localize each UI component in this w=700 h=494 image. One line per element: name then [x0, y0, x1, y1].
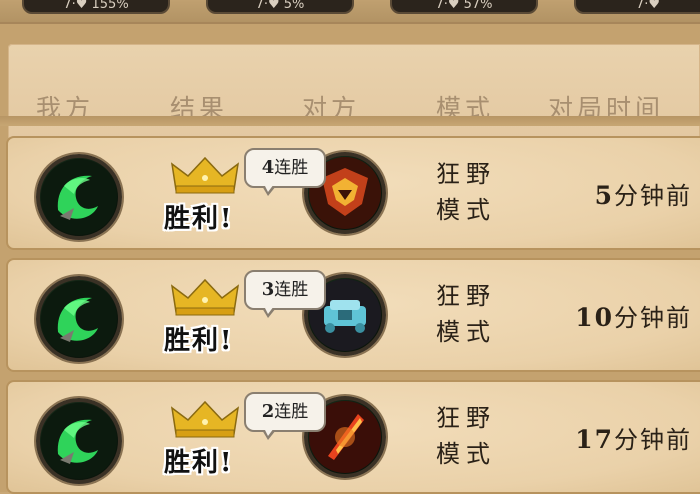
crown-icon — [170, 278, 240, 316]
stat-tab[interactable]: 7·♥ 57% — [390, 0, 538, 14]
time-unit: 分钟前 — [614, 426, 692, 454]
result-label: 胜利! — [164, 204, 234, 234]
match-time: 10分钟前 — [575, 298, 692, 333]
mode-line: 狂野 — [436, 282, 496, 310]
stat-tab[interactable]: 7·♥ — [574, 0, 700, 14]
mode-line: 模式 — [436, 440, 496, 468]
my-hero-portrait — [36, 154, 122, 240]
streak-label: 连胜 — [274, 158, 309, 178]
crown-icon — [170, 400, 240, 438]
mode-line: 模式 — [436, 196, 496, 224]
my-hero-portrait — [36, 398, 122, 484]
streak-count: 2 — [261, 401, 275, 422]
streak-label: 连胜 — [274, 402, 309, 422]
crown-icon — [170, 156, 240, 194]
stat-tab[interactable]: 7·♥ 5% — [206, 0, 354, 14]
game-mode: 狂野 模式 — [436, 156, 516, 228]
green-claw-icon — [41, 281, 117, 357]
win-streak-bubble: 3连胜 — [244, 270, 326, 318]
green-claw-icon — [41, 159, 117, 235]
time-value: 5 — [594, 181, 614, 210]
win-streak-bubble: 2连胜 — [244, 392, 326, 440]
time-unit: 分钟前 — [614, 182, 692, 210]
match-time: 5分钟前 — [595, 176, 692, 211]
game-mode: 狂野 模式 — [436, 400, 516, 472]
match-time: 17分钟前 — [575, 420, 692, 455]
win-streak-bubble: 4连胜 — [244, 148, 326, 196]
stat-tab[interactable]: 7·♥ 155% — [22, 0, 170, 14]
result-label: 胜利! — [164, 448, 234, 478]
match-row[interactable]: 胜利! 4连胜 狂野 模式 5分钟前 — [6, 136, 700, 250]
divider — [0, 116, 700, 126]
match-row[interactable]: 胜利! 2连胜 狂野 模式 17分钟前 — [6, 380, 700, 494]
match-row[interactable]: 胜利! 3连胜 狂野 模式 10分钟前 — [6, 258, 700, 372]
game-mode: 狂野 模式 — [436, 278, 516, 350]
time-unit: 分钟前 — [614, 304, 692, 332]
top-stats-bar: 7·♥ 155% 7·♥ 5% 7·♥ 57% 7·♥ — [0, 0, 700, 22]
streak-count: 4 — [261, 157, 275, 178]
streak-count: 3 — [261, 279, 275, 300]
result-label: 胜利! — [164, 326, 234, 356]
mode-line: 狂野 — [436, 404, 496, 432]
time-value: 10 — [575, 303, 614, 332]
mode-line: 模式 — [436, 318, 496, 346]
my-hero-portrait — [36, 276, 122, 362]
time-value: 17 — [575, 425, 614, 454]
streak-label: 连胜 — [274, 280, 309, 300]
green-claw-icon — [41, 403, 117, 479]
mode-line: 狂野 — [436, 160, 496, 188]
